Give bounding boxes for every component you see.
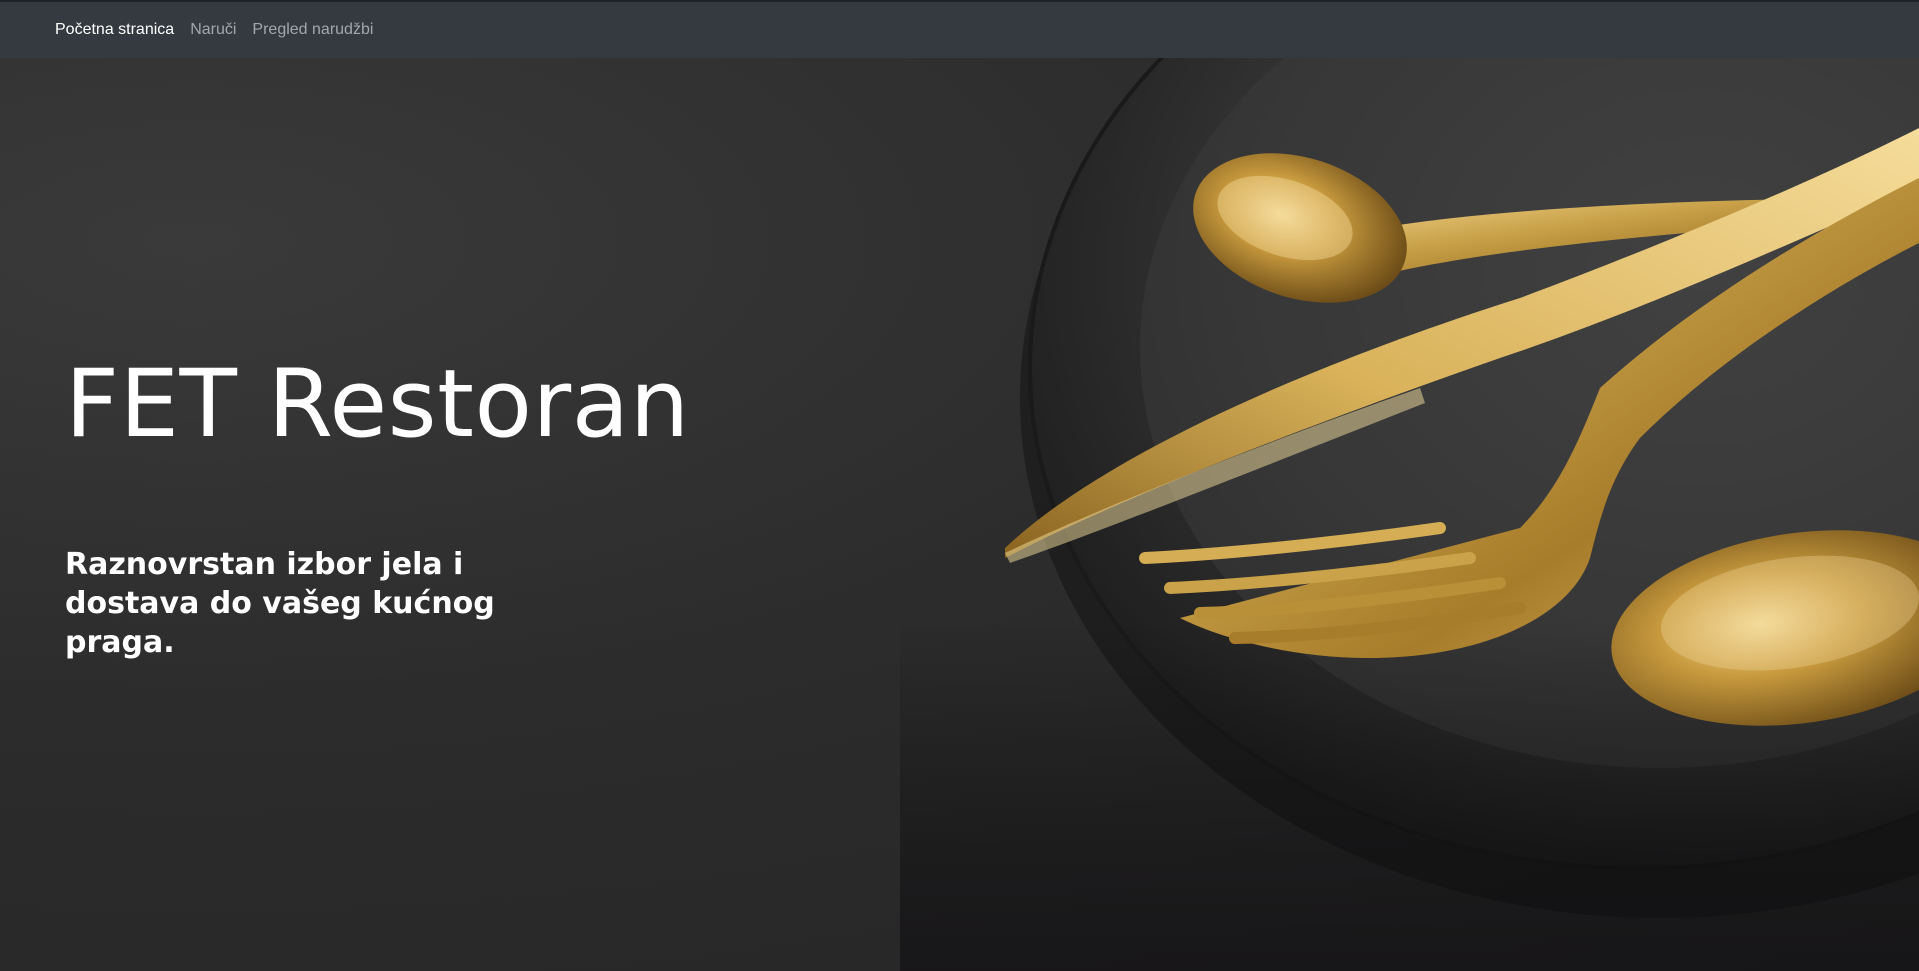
top-navbar: Početna stranica Naruči Pregled narudžbi xyxy=(0,0,1919,58)
hero-cutlery-image xyxy=(900,58,1919,971)
nav-link-order[interactable]: Naruči xyxy=(190,21,236,39)
hero-title: FET Restoran xyxy=(65,350,690,459)
nav-link-orders-overview[interactable]: Pregled narudžbi xyxy=(252,21,373,39)
hero-subtitle: Raznovrstan izbor jela i dostava do vaše… xyxy=(65,547,495,660)
hero-section: FET Restoran Raznovrstan izbor jela i do… xyxy=(0,58,1919,971)
nav-link-home[interactable]: Početna stranica xyxy=(55,21,174,39)
